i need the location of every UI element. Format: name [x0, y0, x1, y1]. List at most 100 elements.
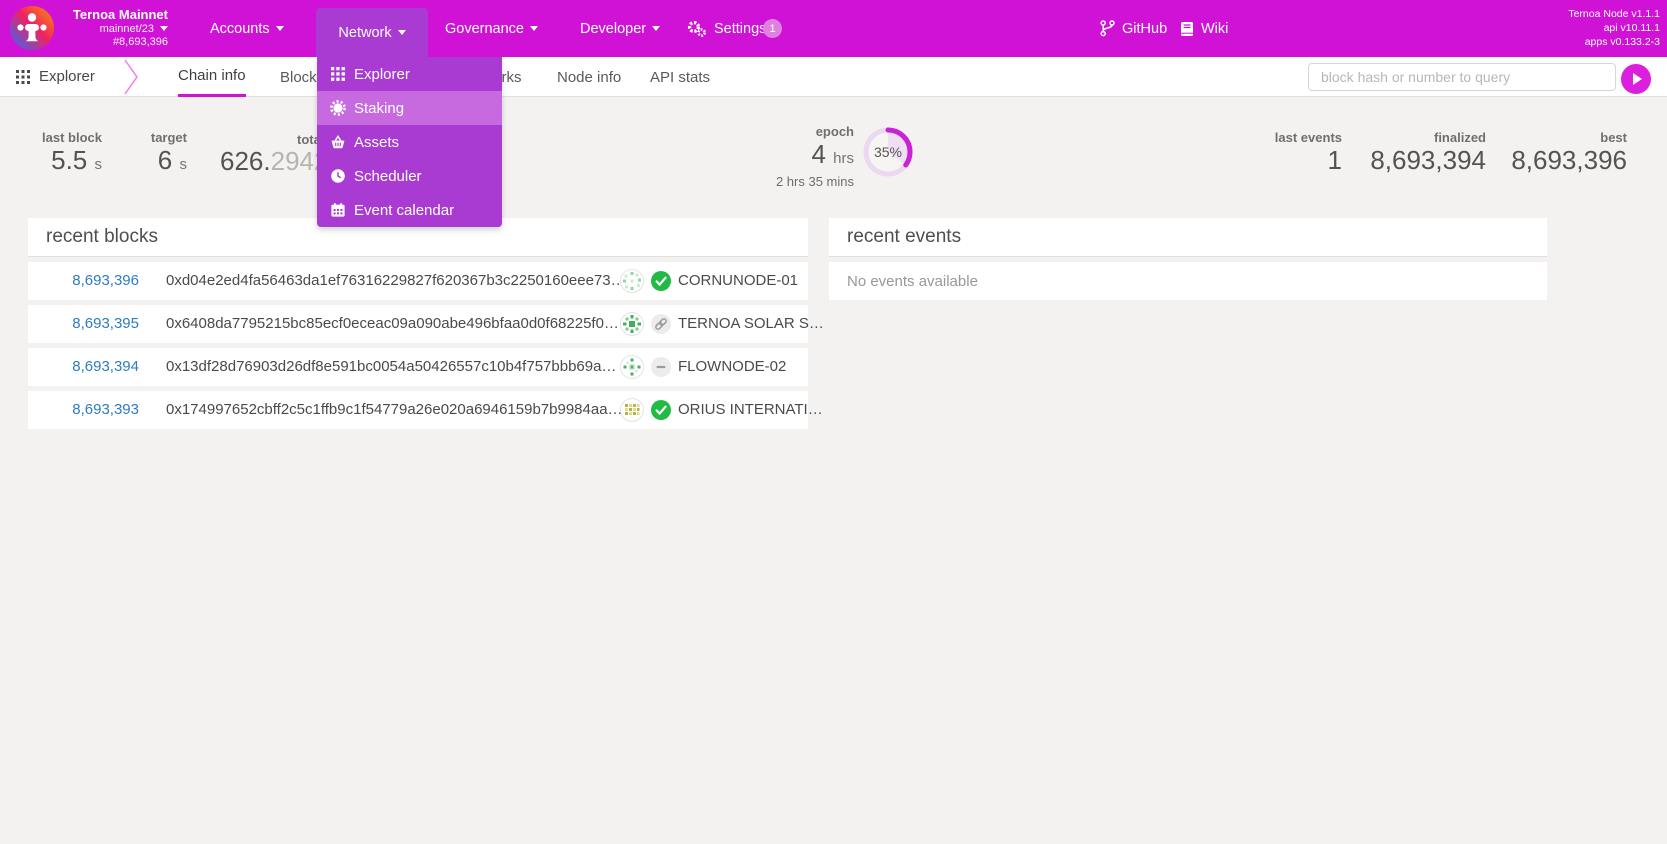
stat-epoch: epoch 4 hrs 2 hrs 35 mins — [776, 124, 854, 189]
stat-unit: hrs — [833, 150, 854, 167]
menu-developer[interactable]: Developer — [580, 0, 660, 57]
block-hash: 0x6408da7795215bc85ecf0eceac09a090abe496… — [166, 315, 619, 332]
menu-accounts[interactable]: Accounts — [210, 0, 284, 57]
block-number-link[interactable]: 8,693,395 — [46, 315, 139, 332]
grid-icon — [330, 66, 354, 82]
code-branch-icon — [1100, 20, 1115, 37]
stat-label: target — [151, 130, 187, 145]
stat-label: last block — [42, 130, 102, 145]
block-row: 8,693,393 0x174997652cbff2c5c1ffb9c1f547… — [28, 391, 808, 429]
menu-settings[interactable]: Settings — [687, 0, 766, 57]
block-author[interactable]: ORIUS INTERNATI… — [678, 401, 823, 418]
menu-network[interactable]: Network — [316, 8, 428, 57]
best-block-tag: #8,693,396 — [58, 36, 168, 49]
block-number-link[interactable]: 8,693,396 — [46, 272, 139, 289]
block-author[interactable]: CORNUNODE-01 — [678, 272, 798, 289]
calendar-icon — [330, 202, 354, 218]
chevron-down-icon — [652, 26, 660, 31]
ternoa-logo[interactable] — [10, 6, 54, 50]
block-search-input[interactable] — [1308, 63, 1616, 91]
stat-unit: s — [180, 156, 188, 173]
network-menu-item-assets[interactable]: Assets — [317, 125, 502, 159]
staking-icon — [330, 100, 354, 116]
stat-best: best 8,693,396 — [1511, 130, 1627, 174]
network-menu-item-scheduler[interactable]: Scheduler — [317, 159, 502, 193]
stat-value: 1 — [1275, 146, 1342, 174]
block-hash: 0x174997652cbff2c5c1ffb9c1f54779a26e020a… — [166, 401, 623, 418]
menu-governance[interactable]: Governance — [445, 0, 538, 57]
chain-selector[interactable]: Ternoa Mainnet mainnet/23 #8,693,396 — [58, 7, 168, 49]
progress-percent: 35% — [862, 126, 914, 178]
block-row: 8,693,395 0x6408da7795215bc85ecf0eceac09… — [28, 305, 808, 343]
chevron-down-icon — [398, 30, 406, 35]
block-row: 8,693,396 0xd04e2ed4fa56463da1ef76316229… — [28, 262, 808, 300]
tab-label: Node info — [557, 69, 621, 86]
search-submit-button[interactable] — [1621, 64, 1651, 94]
tab-chain-info[interactable]: Chain info — [178, 57, 246, 97]
network-menu-item-label: Scheduler — [354, 168, 422, 185]
recent-events-panel: recent events No events available — [829, 218, 1547, 300]
chevron-down-icon — [530, 26, 538, 31]
tab-node-info[interactable]: Node info — [557, 57, 621, 97]
stat-value: 8,693,394 — [1370, 146, 1486, 174]
stat-target: target 6 s — [151, 130, 187, 179]
top-bar: Ternoa Mainnet mainnet/23 #8,693,396 Acc… — [0, 0, 1667, 57]
node-version: Ternoa Node v1.1.1 — [1568, 7, 1660, 21]
menu-governance-label: Governance — [445, 21, 524, 37]
menu-accounts-label: Accounts — [210, 21, 270, 37]
stat-last-block: last block 5.5 s — [42, 130, 102, 179]
stat-value: 8,693,396 — [1511, 146, 1627, 174]
clock-icon — [330, 168, 354, 184]
chain-name: Ternoa Mainnet — [58, 7, 168, 23]
epoch-progress-ring: 35% — [862, 126, 914, 178]
network-menu-item-explorer[interactable]: Explorer — [317, 57, 502, 91]
stat-value: 626. — [220, 146, 271, 176]
version-info: Ternoa Node v1.1.1 api v10.11.1 apps v0.… — [1568, 7, 1660, 49]
play-icon — [1633, 73, 1642, 85]
tab-label: Chain info — [178, 67, 246, 84]
stat-label: finalized — [1370, 130, 1486, 145]
block-row: 8,693,394 0x13df28d76903d26df8e591bc0054… — [28, 348, 808, 386]
api-version: api v10.11.1 — [1568, 21, 1660, 35]
tab-label: API stats — [650, 69, 710, 86]
network-menu-item-label: Assets — [354, 134, 399, 151]
panel-title: recent events — [847, 226, 961, 248]
block-author[interactable]: TERNOA SOLAR S… — [678, 315, 824, 332]
stat-value: 4 — [811, 139, 825, 169]
breadcrumb-section[interactable]: Explorer — [39, 68, 95, 85]
wiki-link[interactable]: Wiki — [1180, 0, 1228, 57]
epoch-elapsed: 2 hrs 35 mins — [776, 174, 854, 189]
ternoa-logo-icon — [10, 6, 54, 50]
network-menu-item-event-calendar[interactable]: Event calendar — [317, 193, 502, 227]
basket-icon — [330, 134, 354, 150]
recent-events-header: recent events — [829, 218, 1547, 257]
stat-value: 5.5 — [51, 145, 87, 175]
settings-badge: 1 — [763, 19, 782, 38]
stat-label: best — [1511, 130, 1627, 145]
validator-identicon — [620, 312, 644, 341]
network-dropdown-menu: Explorer Staking Assets Scheduler — [317, 57, 502, 227]
validator-identicon — [620, 398, 644, 427]
check-icon — [651, 400, 671, 425]
network-menu-item-label: Staking — [354, 100, 404, 117]
block-number-link[interactable]: 8,693,394 — [46, 358, 139, 375]
stat-last-events: last events 1 — [1275, 130, 1342, 174]
menu-network-label: Network — [338, 25, 391, 41]
menu-developer-label: Developer — [580, 21, 646, 37]
panel-title: recent blocks — [46, 226, 158, 248]
minus-icon — [651, 357, 671, 382]
github-link[interactable]: GitHub — [1100, 0, 1167, 57]
network-menu-item-label: Explorer — [354, 66, 410, 83]
no-events-message: No events available — [829, 262, 1547, 300]
block-number-link[interactable]: 8,693,393 — [46, 401, 139, 418]
validator-identicon — [620, 355, 644, 384]
network-menu-item-staking[interactable]: Staking — [317, 91, 502, 125]
block-hash: 0xd04e2ed4fa56463da1ef76316229827f620367… — [166, 272, 626, 289]
chevron-down-icon — [160, 26, 168, 31]
block-author[interactable]: FLOWNODE-02 — [678, 358, 786, 375]
tab-api-stats[interactable]: API stats — [650, 57, 710, 97]
validator-identicon — [620, 269, 644, 298]
runtime-version: mainnet/23 — [100, 23, 154, 35]
apps-version: apps v0.133.2-3 — [1568, 35, 1660, 49]
menu-settings-label: Settings — [714, 21, 766, 37]
